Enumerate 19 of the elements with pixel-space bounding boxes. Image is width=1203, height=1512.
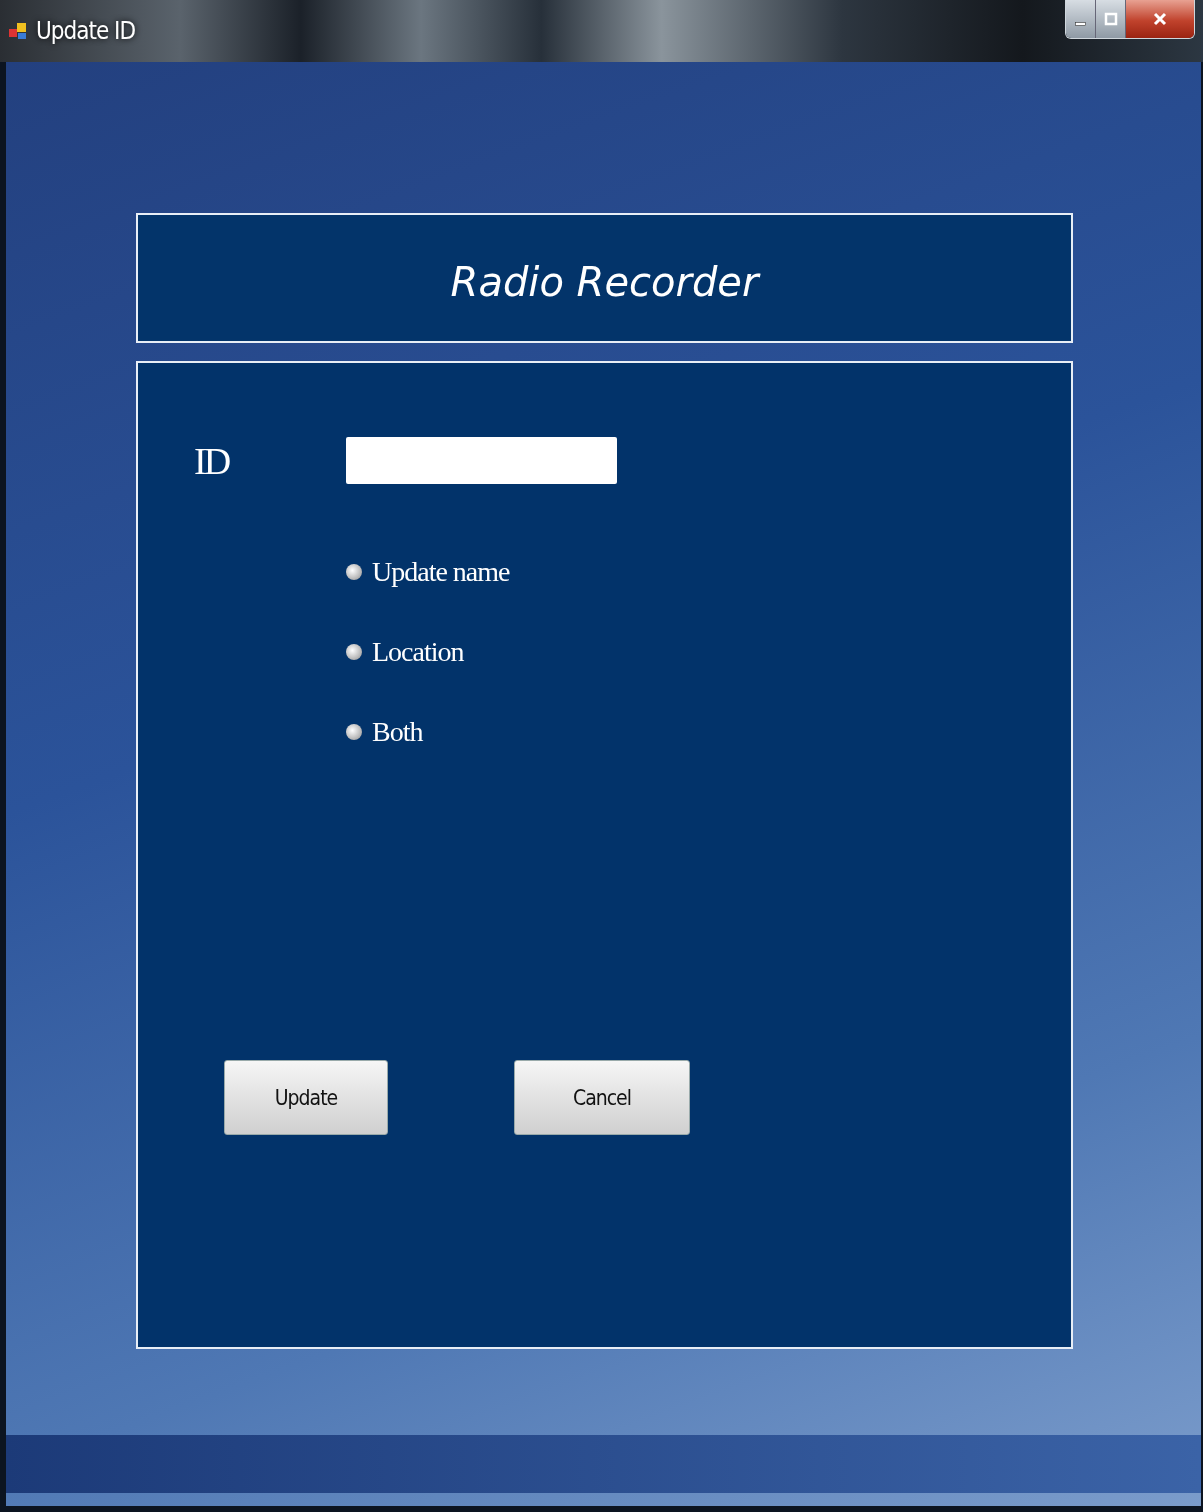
minimize-icon — [1075, 22, 1086, 26]
id-input-field[interactable] — [346, 437, 617, 484]
app-title: Radio Recorder — [450, 259, 759, 305]
maximize-icon — [1103, 12, 1118, 26]
radio-option[interactable]: Update name — [346, 556, 1071, 588]
close-button[interactable] — [1126, 0, 1194, 38]
radio-label: Both — [372, 716, 423, 748]
cancel-button[interactable]: Cancel — [514, 1060, 690, 1135]
window-title: Update ID — [36, 17, 136, 45]
radio-label: Location — [372, 636, 464, 668]
maximize-button[interactable] — [1096, 0, 1126, 38]
radio-option[interactable]: Both — [346, 716, 1071, 748]
id-label: ID — [194, 438, 230, 483]
radio-option[interactable]: Location — [346, 636, 1071, 668]
app-icon — [8, 21, 28, 41]
update-button[interactable]: Update — [224, 1060, 388, 1135]
minimize-button[interactable] — [1066, 0, 1096, 38]
close-icon — [1152, 11, 1168, 27]
radio-label: Update name — [372, 556, 510, 588]
